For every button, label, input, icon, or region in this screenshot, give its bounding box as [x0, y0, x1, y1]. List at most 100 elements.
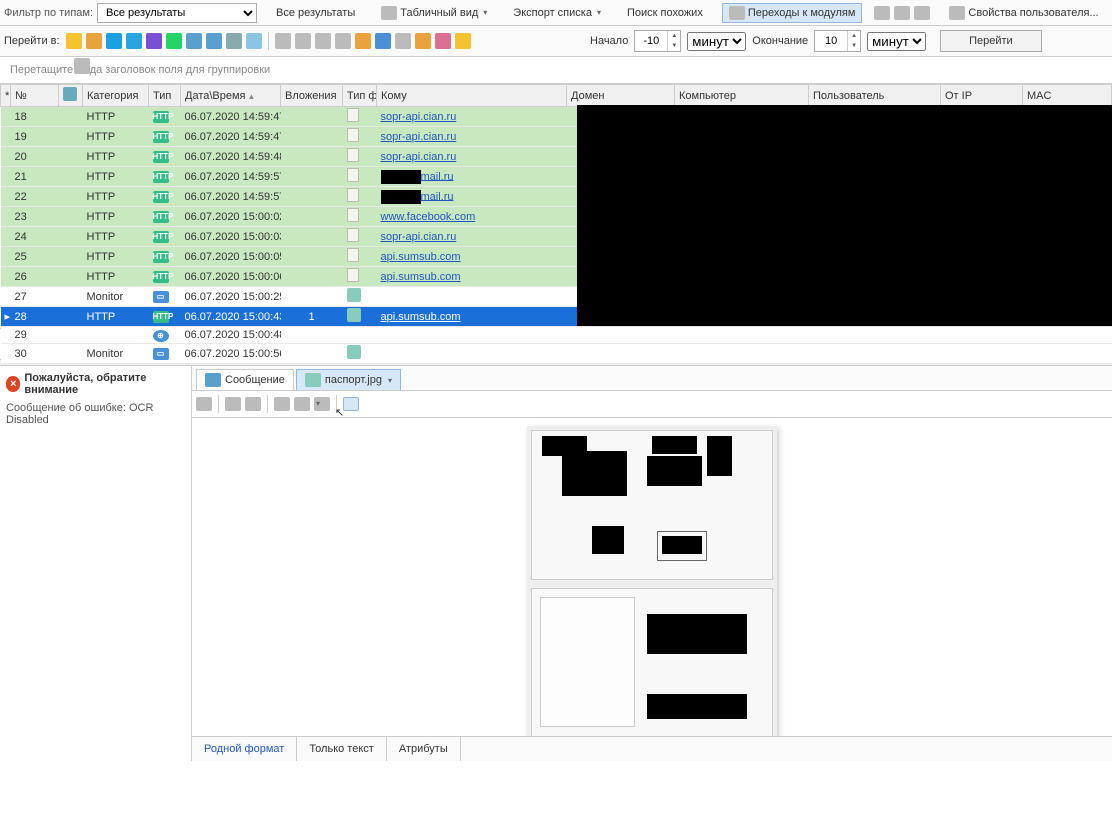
col-datetime[interactable]: Дата\Время▲: [181, 85, 281, 107]
viber-icon[interactable]: [146, 33, 162, 49]
end-value[interactable]: [815, 31, 847, 51]
document-thumbnail: [527, 426, 777, 736]
export-list-button[interactable]: Экспорт списка: [506, 4, 608, 22]
im-icon[interactable]: [186, 33, 202, 49]
col-to[interactable]: Кому: [377, 85, 567, 107]
attachment-icon: [347, 288, 361, 302]
col-fromip[interactable]: От IP: [941, 85, 1023, 107]
table-row[interactable]: 29⊕06.07.2020 15:00:48: [1, 327, 1112, 344]
envelope-icon: [205, 373, 221, 387]
monitor-icon[interactable]: [375, 33, 391, 49]
tab-message[interactable]: Сообщение: [196, 369, 294, 390]
save-image-icon[interactable]: [196, 397, 212, 411]
fit-icon[interactable]: [343, 397, 359, 411]
grid-header: * № Категория Тип Дата\Время▲ Вложения Т…: [1, 85, 1112, 107]
file-icon: [347, 128, 359, 142]
find-similar-button[interactable]: Поиск похожих: [620, 4, 710, 22]
tool-icon-3[interactable]: [435, 33, 451, 49]
file-icon: [347, 108, 359, 122]
toolbar-icon-1[interactable]: [874, 6, 890, 20]
col-computer[interactable]: Компьютер: [675, 85, 809, 107]
zoom-out-icon[interactable]: [294, 397, 310, 411]
flip-h-icon[interactable]: [225, 397, 241, 411]
whatsapp-icon[interactable]: [166, 33, 182, 49]
file-icon: [347, 268, 359, 282]
error-icon: ×: [6, 376, 20, 392]
results-grid: * № Категория Тип Дата\Время▲ Вложения Т…: [0, 84, 1112, 329]
col-attachments[interactable]: Вложения: [281, 85, 343, 107]
mail-icon[interactable]: [66, 33, 82, 49]
http-icon[interactable]: [206, 33, 222, 49]
cursor-icon: ↖: [335, 406, 344, 419]
error-title: × Пожалуйста, обратите внимание: [6, 372, 185, 396]
toolbar-icon-2[interactable]: [894, 6, 910, 20]
col-flag[interactable]: [59, 85, 83, 107]
sort-asc-icon: ▲: [248, 92, 256, 101]
flip-v-icon[interactable]: [245, 397, 261, 411]
tab-text-only[interactable]: Только текст: [297, 737, 387, 761]
grid-icon: [381, 6, 397, 20]
viewer-panel: Сообщение паспорт.jpg ↖: [192, 366, 1112, 761]
col-mac[interactable]: MAC: [1023, 85, 1112, 107]
col-domain[interactable]: Домен: [567, 85, 675, 107]
goto-label: Перейти в:: [4, 35, 62, 47]
file-icon: [347, 248, 359, 262]
tool-icon-2[interactable]: [295, 33, 311, 49]
viewer-toolbar: ↖: [192, 391, 1112, 418]
start-unit[interactable]: минут: [687, 32, 746, 51]
tool-icon-1[interactable]: [275, 33, 291, 49]
col-user[interactable]: Пользователь: [809, 85, 941, 107]
table-view-button[interactable]: Табличный вид: [374, 3, 494, 23]
group-by-hint[interactable]: Перетащите сюда заголовок поля для групп…: [0, 57, 1112, 84]
image-preview[interactable]: [192, 418, 1112, 736]
clock-icon[interactable]: [335, 33, 351, 49]
cloud-icon[interactable]: [246, 33, 262, 49]
print-icon[interactable]: [315, 33, 331, 49]
telegram-icon[interactable]: [126, 33, 142, 49]
start-label: Начало: [590, 35, 628, 47]
contacts-icon[interactable]: [86, 33, 102, 49]
zoom-menu-icon[interactable]: [314, 397, 330, 411]
extra-icon[interactable]: [74, 58, 90, 74]
ftp-icon[interactable]: [226, 33, 242, 49]
attachment-icon: [347, 345, 361, 359]
all-results-button[interactable]: Все результаты: [269, 4, 362, 22]
tab-attachment[interactable]: паспорт.jpg: [296, 369, 401, 390]
toolbar-icon-3[interactable]: [914, 6, 930, 20]
tab-native-format[interactable]: Родной формат: [192, 737, 297, 761]
start-up[interactable]: ▲: [667, 31, 680, 41]
person-icon[interactable]: [355, 33, 371, 49]
end-spin[interactable]: ▲▼: [814, 30, 861, 52]
skype-icon[interactable]: [106, 33, 122, 49]
col-num[interactable]: №: [11, 85, 59, 107]
attachment-icon: [347, 308, 361, 322]
user-properties-button[interactable]: Свойства пользователя...: [942, 3, 1105, 23]
start-down[interactable]: ▼: [667, 41, 680, 51]
col-filetype[interactable]: Тип фа: [343, 85, 377, 107]
mic-icon[interactable]: [395, 33, 411, 49]
viewer-tabs: Сообщение паспорт.jpg: [192, 366, 1112, 391]
start-value[interactable]: [635, 31, 667, 51]
filter-select[interactable]: Все результаты: [97, 3, 257, 23]
zoom-in-icon[interactable]: [274, 397, 290, 411]
end-up[interactable]: ▲: [847, 31, 860, 41]
col-marker[interactable]: *: [1, 85, 11, 107]
doc-page-1: [531, 430, 773, 580]
end-unit[interactable]: минут: [867, 32, 926, 51]
table-row[interactable]: 30Monitor▭06.07.2020 15:00:56: [1, 344, 1112, 364]
user-icon: [949, 6, 965, 20]
tab-attributes[interactable]: Атрибуты: [387, 737, 461, 761]
error-message: Сообщение об ошибке: OCR Disabled: [6, 402, 185, 426]
goto-modules-button[interactable]: Переходы к модулям: [722, 3, 863, 23]
camera-icon[interactable]: [415, 33, 431, 49]
col-category[interactable]: Категория: [83, 85, 149, 107]
go-button[interactable]: Перейти: [940, 30, 1042, 52]
file-icon: [347, 188, 359, 202]
start-spin[interactable]: ▲▼: [634, 30, 681, 52]
folder-icon[interactable]: [455, 33, 471, 49]
file-icon: [347, 208, 359, 222]
main-toolbar: Фильтр по типам: Все результаты Все резу…: [0, 0, 1112, 26]
end-down[interactable]: ▼: [847, 41, 860, 51]
col-type[interactable]: Тип: [149, 85, 181, 107]
nav-toolbar: Перейти в: Начало ▲▼ минут Окончание ▲▼ …: [0, 26, 1112, 57]
